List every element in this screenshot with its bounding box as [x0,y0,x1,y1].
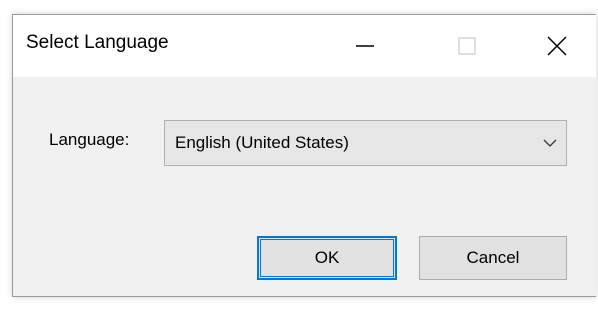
dialog-title: Select Language [26,32,169,53]
minimize-icon [356,45,374,47]
language-dropdown[interactable]: English (United States) [164,120,567,166]
close-icon [547,36,567,56]
maximize-icon [458,37,476,55]
title-bar[interactable]: Select Language [13,15,596,77]
chevron-down-icon[interactable] [542,136,558,150]
select-language-dialog: Select Language Language: English (Unite… [12,14,596,297]
language-dropdown-value: English (United States) [175,133,349,152]
cancel-button[interactable]: Cancel [419,236,567,280]
cancel-button-label: Cancel [466,248,520,267]
close-button[interactable] [513,15,598,77]
minimize-button[interactable] [321,15,409,77]
dialog-body: Language: English (United States) OK Can… [13,77,596,296]
maximize-button [423,15,511,77]
ok-button[interactable]: OK [257,236,397,280]
language-label: Language: [49,130,130,149]
ok-button-label: OK [314,248,340,267]
